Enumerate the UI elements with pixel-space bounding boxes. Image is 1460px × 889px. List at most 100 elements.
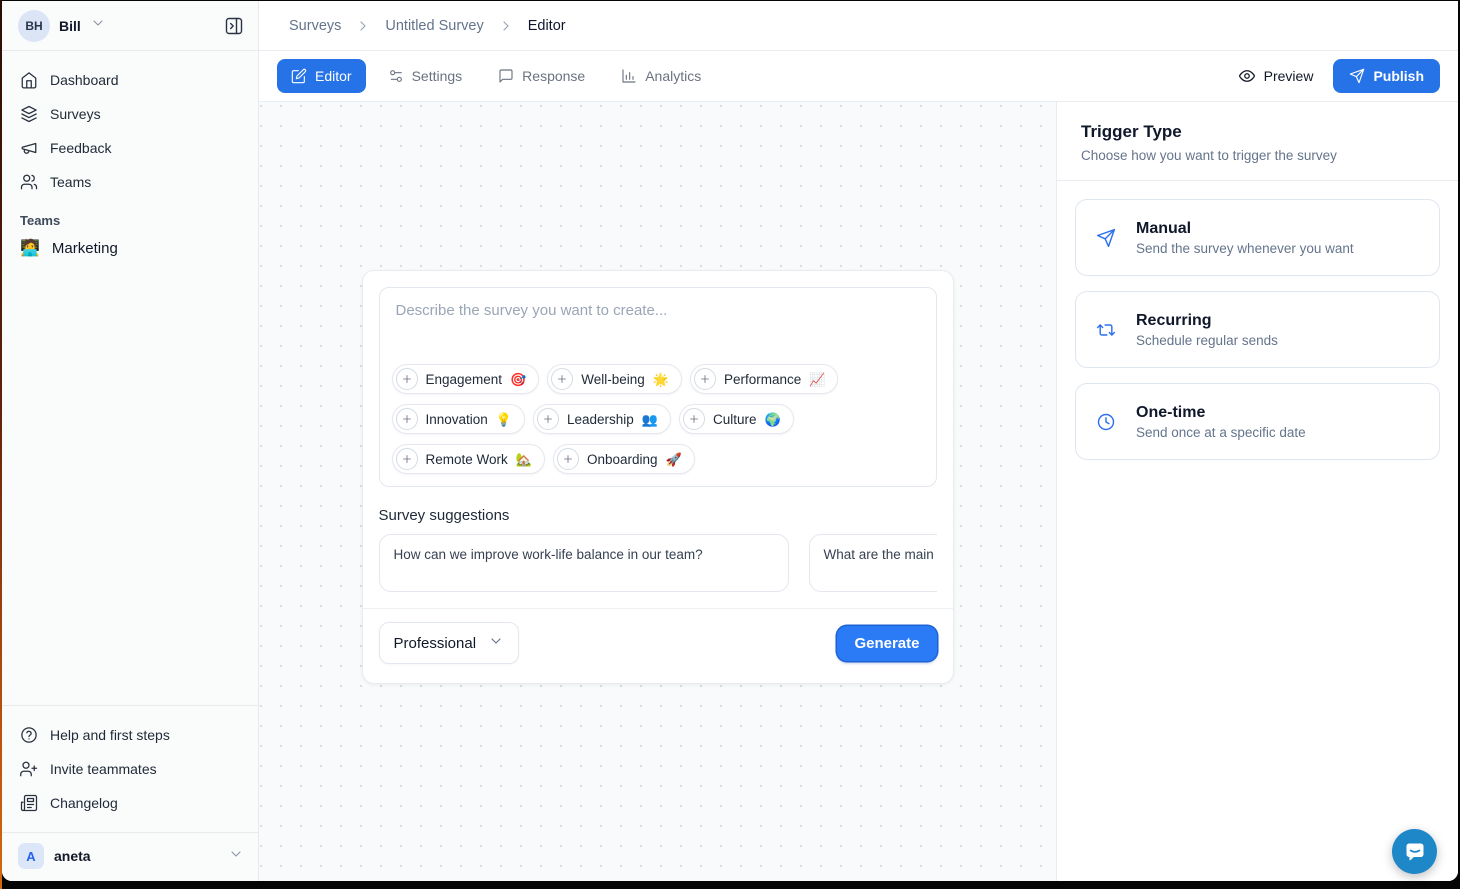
topic-chip-innovation[interactable]: Innovation 💡 [392,404,526,434]
workspace-switcher[interactable]: BH Bill [2,1,258,51]
panel-title: Trigger Type [1081,122,1434,142]
trigger-option-text: One-time Send once at a specific date [1136,404,1306,440]
chip-emoji: 🚀 [666,453,682,466]
trigger-option-text: Manual Send the survey whenever you want [1136,220,1354,256]
sidebar-item-changelog[interactable]: Changelog [10,786,250,820]
topic-chip-remote-work[interactable]: Remote Work 🏡 [392,444,545,474]
chat-launcher-button[interactable] [1392,829,1437,874]
breadcrumb-surveys[interactable]: Surveys [289,18,341,34]
sidebar-item-invite[interactable]: Invite teammates [10,752,250,786]
survey-description-input[interactable] [392,300,924,364]
plus-icon [557,448,579,470]
chip-emoji: 🏡 [516,453,532,466]
breadcrumb: Surveys Untitled Survey Editor [259,1,1458,51]
collapse-sidebar-button[interactable] [224,16,244,36]
app-window: BH Bill Dashboard Surveys Feedback [2,1,1458,881]
sliders-icon [388,68,404,84]
editor-toolbar: Editor Settings Response Analytics [259,51,1458,102]
megaphone-icon [20,139,38,157]
toolbar-actions: Preview Publish [1238,59,1440,93]
trigger-option-description: Send once at a specific date [1136,425,1306,440]
sidebar-team-marketing[interactable]: 🧑‍💻 Marketing [2,232,258,265]
publish-button[interactable]: Publish [1333,59,1440,93]
account-name: aneta [54,848,91,864]
trigger-option-title: Manual [1136,220,1354,238]
sidebar-item-teams[interactable]: Teams [10,165,250,199]
send-icon [1096,228,1116,248]
team-emoji-icon: 🧑‍💻 [20,241,40,257]
topic-chips: Engagement 🎯 Well-being 🌟 Performance 📈 [392,364,924,474]
chip-label: Performance [724,372,801,387]
plus-icon [694,368,716,390]
account-menu[interactable]: A aneta [18,843,244,869]
tab-analytics[interactable]: Analytics [607,59,715,93]
editor-canvas[interactable]: Engagement 🎯 Well-being 🌟 Performance 📈 [259,102,1056,881]
chip-emoji: 🎯 [510,373,526,386]
trigger-option-manual[interactable]: Manual Send the survey whenever you want [1075,199,1440,276]
suggestions-title: Survey suggestions [379,507,937,524]
panel-header: Trigger Type Choose how you want to trig… [1057,102,1458,181]
send-icon [1349,68,1365,84]
tab-response[interactable]: Response [484,59,599,93]
chip-emoji: 📈 [809,373,825,386]
chevron-down-icon [228,846,244,867]
tone-value: Professional [394,635,477,652]
chip-label: Leadership [567,412,634,427]
chip-emoji: 💡 [496,413,512,426]
topic-chip-engagement[interactable]: Engagement 🎯 [392,364,540,394]
plus-icon [537,408,559,430]
plus-icon [396,448,418,470]
breadcrumb-current: Editor [528,18,566,34]
topic-chip-wellbeing[interactable]: Well-being 🌟 [547,364,682,394]
trigger-option-one-time[interactable]: One-time Send once at a specific date [1075,383,1440,460]
chip-emoji: 👥 [642,413,658,426]
breadcrumb-survey-name[interactable]: Untitled Survey [385,18,483,34]
layers-icon [20,105,38,123]
sidebar: BH Bill Dashboard Surveys Feedback [2,1,259,881]
message-square-icon [498,68,514,84]
tone-select[interactable]: Professional [379,622,520,664]
trigger-option-recurring[interactable]: Recurring Schedule regular sends [1075,291,1440,368]
suggestion-card[interactable]: What are the main ob [809,534,937,592]
newspaper-icon [20,794,38,812]
workspace-avatar: BH [18,10,50,42]
tab-label: Settings [412,68,463,84]
tab-settings[interactable]: Settings [374,59,477,93]
tab-label: Response [522,68,585,84]
topic-chip-performance[interactable]: Performance 📈 [690,364,838,394]
plus-icon [551,368,573,390]
topic-chip-leadership[interactable]: Leadership 👥 [533,404,671,434]
plus-icon [396,408,418,430]
generate-button[interactable]: Generate [837,626,936,661]
trigger-option-text: Recurring Schedule regular sends [1136,312,1278,348]
suggestion-card[interactable]: How can we improve work-life balance in … [379,534,789,592]
plus-icon [396,368,418,390]
trigger-option-title: Recurring [1136,312,1278,330]
chevron-down-icon [90,15,106,36]
preview-label: Preview [1264,68,1314,84]
sidebar-item-help[interactable]: Help and first steps [10,718,250,752]
preview-button[interactable]: Preview [1238,67,1314,85]
sidebar-item-label: Feedback [50,140,111,156]
toolbar-tabs: Editor Settings Response Analytics [277,59,715,93]
sidebar-item-dashboard[interactable]: Dashboard [10,63,250,97]
sidebar-item-label: Help and first steps [50,727,170,743]
chevron-right-icon [355,18,371,34]
panel-body: Manual Send the survey whenever you want… [1057,181,1458,493]
chip-label: Engagement [426,372,503,387]
screen-frame: BH Bill Dashboard Surveys Feedback [0,0,1460,889]
tab-editor[interactable]: Editor [277,59,366,93]
topic-chip-culture[interactable]: Culture 🌍 [679,404,794,434]
trigger-option-description: Schedule regular sends [1136,333,1278,348]
sidebar-item-label: Changelog [50,795,118,811]
panel-subtitle: Choose how you want to trigger the surve… [1081,148,1434,163]
sidebar-item-feedback[interactable]: Feedback [10,131,250,165]
topic-chip-onboarding[interactable]: Onboarding 🚀 [553,444,695,474]
eye-icon [1238,67,1256,85]
sidebar-item-label: Teams [50,174,91,190]
home-icon [20,71,38,89]
tab-label: Analytics [645,68,701,84]
sidebar-item-label: Surveys [50,106,101,122]
sidebar-item-surveys[interactable]: Surveys [10,97,250,131]
chip-emoji: 🌍 [765,413,781,426]
